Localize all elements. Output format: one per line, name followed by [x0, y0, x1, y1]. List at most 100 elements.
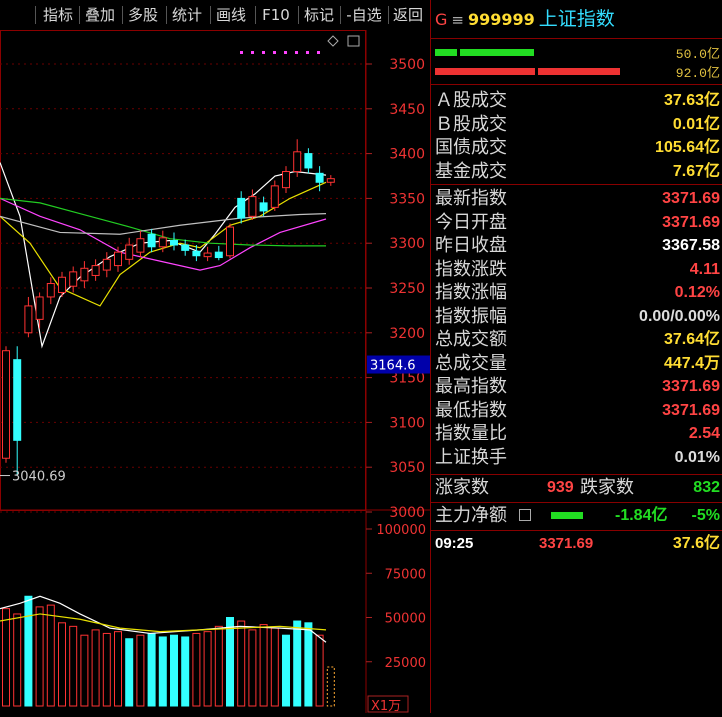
candle-body: [203, 252, 212, 258]
stat-row: 指数量比 2.54: [435, 422, 720, 445]
divider: [431, 502, 722, 503]
signal-dot: [317, 51, 320, 54]
toolbar-back-button[interactable]: 返回: [390, 4, 426, 26]
volume-bar: [91, 629, 100, 707]
toolbar-f10-button[interactable]: F10: [258, 4, 294, 26]
price-tick-label: 3300: [389, 236, 425, 252]
stat-value: 3371.69: [662, 378, 720, 395]
candle-body: [80, 267, 89, 282]
signal-dot: [306, 51, 309, 54]
toolbar-indicator-button[interactable]: 指标: [40, 4, 76, 26]
candle-body: [69, 271, 78, 287]
candle-body: [58, 276, 66, 293]
divider: [431, 184, 722, 185]
turnover-row: 国债成交 105.64亿: [435, 136, 720, 159]
price-tick-label: 3200: [389, 326, 425, 342]
turnover-row: Ａ股成交 37.63亿: [435, 89, 720, 112]
chart-toolbar: 指标 叠加 多股 统计 画线 F10 标记 -自选 返回: [0, 0, 428, 30]
volume-bar: [226, 617, 234, 707]
candle-body: [293, 151, 302, 173]
stat-value: 3367.58: [662, 237, 720, 254]
volume-bar: [293, 620, 302, 707]
price-tick-label: 3350: [389, 191, 425, 207]
stat-label: 总成交额: [435, 329, 507, 350]
stat-label: 指数量比: [435, 423, 507, 444]
toolbar-statistics-button[interactable]: 统计: [169, 4, 205, 26]
turnover-label: Ｂ股成交: [435, 113, 507, 135]
toolbar-separator: [122, 6, 123, 24]
chart-decorations: 3040.69: [0, 35, 360, 485]
security-code: 999999: [467, 10, 535, 29]
candle-body: [35, 296, 44, 320]
stat-row: 最新指数 3371.69: [435, 187, 720, 210]
stat-row: 最低指数 3371.69: [435, 399, 720, 422]
toolbar-multi-stock-button[interactable]: 多股: [125, 4, 161, 26]
candle-body: [326, 178, 335, 183]
volume-tick-label: 100000: [376, 523, 426, 538]
divider: [431, 38, 722, 39]
candle-body: [13, 359, 22, 441]
candle-body: [226, 226, 234, 257]
turnover-label: 基金成交: [435, 160, 507, 182]
volume-unit-label: X1万: [371, 699, 401, 713]
toolbar-draw-line-button[interactable]: 画线: [213, 4, 249, 26]
stat-value: 3371.69: [662, 190, 720, 207]
volume-bar: [248, 629, 257, 707]
price-tick-label: 3500: [389, 57, 425, 73]
turnover-value: 105.64亿: [655, 139, 720, 156]
toolbar-separator: [79, 6, 80, 24]
stat-label: 指数涨幅: [435, 282, 507, 303]
candle-body: [170, 240, 178, 246]
price-tick-label: 3400: [389, 147, 425, 163]
toolbar-separator: [210, 6, 211, 24]
diamond-icon: [327, 35, 339, 47]
stat-row: 最高指数 3371.69: [435, 375, 720, 398]
toolbar-overlay-button[interactable]: 叠加: [82, 4, 118, 26]
kline-chart[interactable]: 3500 3450 3400 3350 3300 3250 3200 3150 3100 3050…: [0, 30, 430, 714]
toolbar-separator: [388, 6, 389, 24]
stat-label: 最低指数: [435, 399, 507, 421]
ratio-bar-green-small: [435, 49, 457, 56]
volume-bar: [58, 622, 66, 707]
ratio-bar-red: [435, 68, 535, 75]
volume-bar: [46, 604, 55, 707]
stat-value: 0.01%: [674, 448, 720, 466]
stat-row: 总成交额 37.64亿: [435, 328, 720, 351]
signal-dot: [240, 51, 243, 54]
volume-axis: 100000 75000 50000 25000 X1万: [366, 523, 426, 714]
signal-dot: [295, 51, 298, 54]
toolbar-separator: [340, 6, 341, 24]
toolbar-mark-button[interactable]: 标记: [301, 4, 337, 26]
menu-icon[interactable]: ≡: [451, 11, 464, 29]
low-annotation: 3040.69: [12, 470, 66, 485]
tick-time: 09:25: [435, 535, 474, 552]
candle-body: [315, 172, 324, 183]
stat-value: 3371.69: [662, 213, 720, 231]
toolbar-add-watchlist-button[interactable]: -自选: [342, 4, 386, 26]
signal-dot: [262, 51, 265, 54]
tick-amount: 37.6亿: [672, 535, 720, 552]
volume-bar: [158, 636, 167, 707]
stat-value: 37.64亿: [663, 331, 720, 348]
volume-bar: [136, 634, 145, 707]
turnover-value: 0.01亿: [672, 115, 720, 133]
toolbar-separator: [298, 6, 299, 24]
candle-body: [2, 350, 10, 459]
stat-value: 0.00/0.00%: [639, 307, 720, 325]
divider: [431, 530, 722, 531]
security-name: 上证指数: [538, 8, 615, 30]
stat-row: 总成交量 447.4万: [435, 352, 720, 375]
volume-bar: [125, 638, 134, 707]
stat-row: 昨日收盘 3367.58: [435, 234, 720, 257]
volume-bar: [13, 613, 22, 707]
candle-body: [91, 265, 100, 276]
tick-row[interactable]: 09:25 3371.69 37.6亿: [435, 532, 720, 555]
stat-row: 指数振幅 0.00/0.00%: [435, 305, 720, 328]
stat-value: 447.4万: [663, 354, 720, 372]
main-flow-label: 主力净额: [435, 505, 507, 526]
list-icon[interactable]: [519, 509, 531, 521]
candle-body: [136, 238, 145, 253]
breadth-row: 涨家数 939 跌家数 832: [435, 476, 720, 499]
candle-body: [192, 250, 201, 257]
volume-bar: [270, 627, 279, 707]
